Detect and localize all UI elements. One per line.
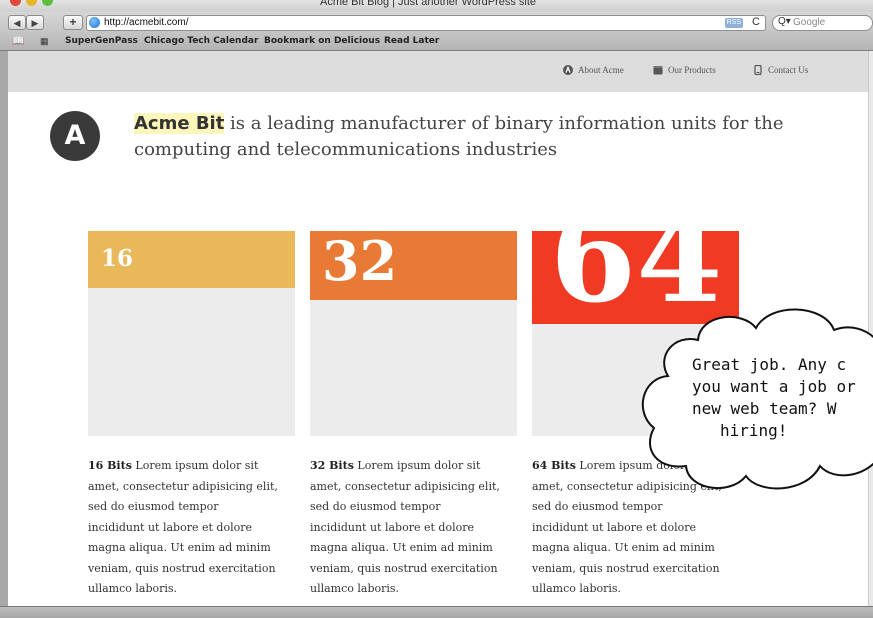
product-card-32[interactable]: 32 [310, 231, 517, 436]
acme-logo[interactable]: A [50, 111, 100, 161]
open-book-icon[interactable]: 📖 [12, 36, 24, 47]
product-title: 16 Bits [88, 459, 132, 472]
product-card-16[interactable]: 16 [88, 231, 295, 436]
back-arrow-icon: ◀ [13, 18, 21, 28]
url-text[interactable]: http://acmebit.com/ [104, 17, 188, 28]
brand-name: Acme Bit [134, 113, 225, 134]
product-title: 32 Bits [310, 459, 354, 472]
annotation-line: hiring! [720, 421, 788, 440]
bookmarks-bar: 📖 ▦ SuperGenPass Chicago Tech Calendar B… [0, 34, 873, 51]
search-placeholder: Google [793, 17, 826, 28]
plus-icon: + [69, 15, 77, 29]
close-window-icon[interactable] [10, 0, 21, 6]
product-body: Lorem ipsum dolor sit amet, consectetur … [88, 459, 278, 595]
address-bar[interactable]: http://acmebit.com/ RSS C [86, 15, 766, 31]
forward-button[interactable]: ▶ [26, 15, 44, 30]
annotation-line: you want a job or [692, 377, 856, 396]
forward-arrow-icon: ▶ [31, 18, 39, 28]
hero-tagline: Acme Bit is a leading manufacturer of bi… [134, 111, 794, 163]
annotation-text: Great job. Any c you want a job or new w… [692, 354, 873, 442]
status-bar [0, 606, 873, 618]
hero-text: is a leading manufacturer of binary info… [134, 113, 784, 160]
window-titlebar: Acme Bit Blog | Just another WordPress s… [0, 0, 873, 12]
about-circle-icon [563, 65, 573, 75]
reload-icon[interactable]: C [752, 16, 760, 28]
grid-icon[interactable]: ▦ [40, 36, 49, 47]
search-input[interactable]: Q▾ Google [772, 15, 873, 31]
window-edge [0, 51, 8, 606]
annotation-line: new web team? W [692, 399, 837, 418]
minimize-window-icon[interactable] [26, 0, 37, 6]
browser-toolbar: ◀ ▶ + http://acmebit.com/ RSS C Q▾ Googl… [0, 12, 873, 34]
nav-label: Contact Us [768, 65, 809, 75]
product-description-32: 32 Bits Lorem ipsum dolor sit amet, cons… [310, 456, 500, 600]
annotation-line: Great job. Any c [692, 355, 847, 374]
rss-badge[interactable]: RSS [724, 18, 743, 28]
product-header-16: 16 [88, 231, 295, 288]
bookmark-delicious[interactable]: Bookmark on Delicious [264, 36, 380, 46]
nav-label: Our Products [668, 65, 716, 75]
nav-contact-us[interactable]: Contact Us [753, 65, 808, 75]
bookmark-chicago-tech-calendar[interactable]: Chicago Tech Calendar [144, 36, 258, 46]
site-nav: About Acme Our Products Contact Us [8, 51, 873, 92]
bookmark-supergenpass[interactable]: SuperGenPass [65, 36, 138, 46]
window-title: Acme Bit Blog | Just another WordPress s… [320, 0, 537, 8]
phone-icon [754, 65, 762, 75]
product-header-32: 32 [310, 231, 517, 300]
box-icon [653, 66, 663, 75]
product-number: 32 [322, 231, 398, 293]
nav-our-products[interactable]: Our Products [653, 65, 716, 75]
bookmark-read-later[interactable]: Read Later [384, 36, 439, 46]
product-description-16: 16 Bits Lorem ipsum dolor sit amet, cons… [88, 456, 278, 600]
back-button[interactable]: ◀ [8, 15, 26, 30]
product-title: 64 Bits [532, 459, 576, 472]
product-number: 16 [101, 245, 134, 272]
nav-label: About Acme [578, 65, 624, 75]
add-bookmark-button[interactable]: + [63, 15, 83, 30]
search-icon: Q▾ [778, 16, 791, 27]
globe-icon [89, 17, 100, 28]
product-body: Lorem ipsum dolor sit amet, consectetur … [310, 459, 500, 595]
zoom-window-icon[interactable] [42, 0, 53, 6]
nav-about-acme[interactable]: About Acme [563, 65, 624, 75]
